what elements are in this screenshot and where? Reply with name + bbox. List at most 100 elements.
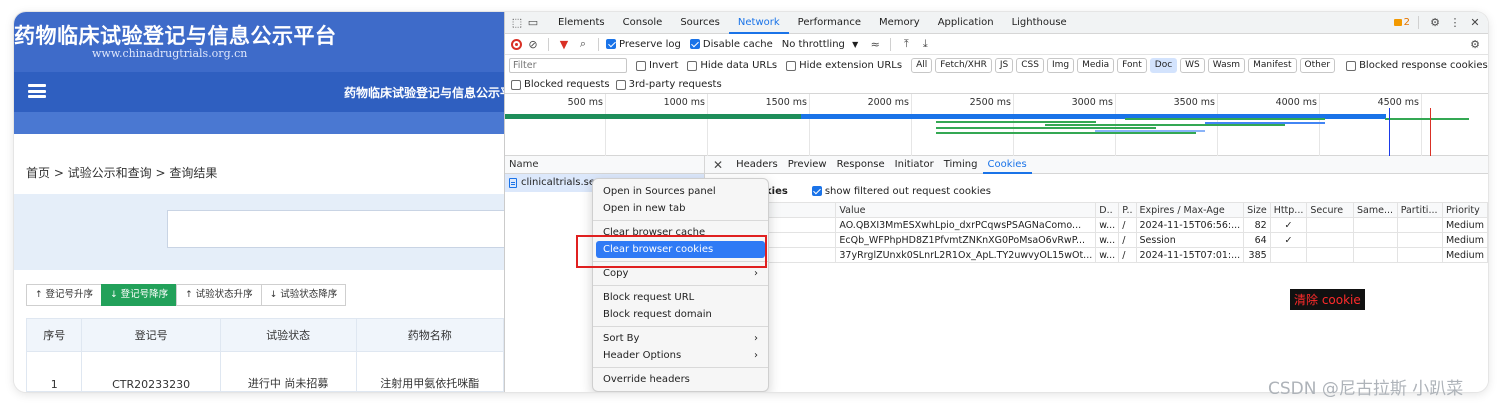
- sort-button-1[interactable]: ↓ 登记号降序: [101, 284, 178, 306]
- clear-icon[interactable]: ⊘: [525, 36, 541, 52]
- site-title: 药物临床试验登记与信息公示平台: [14, 23, 337, 48]
- third-party-requests-checkbox[interactable]: 3rd-party requests: [615, 79, 722, 90]
- detail-tab-response[interactable]: Response: [832, 156, 890, 174]
- detail-tab-initiator[interactable]: Initiator: [890, 156, 939, 174]
- tab-performance[interactable]: Performance: [789, 12, 870, 34]
- cookie-cell: Medium: [1441, 217, 1488, 233]
- hide-data-urls-checkbox[interactable]: Hide data URLs: [687, 60, 777, 71]
- cookie-column-header[interactable]: Value: [835, 202, 1097, 218]
- export-har-icon[interactable]: ⤓: [917, 36, 933, 52]
- tab-sources[interactable]: Sources: [671, 12, 729, 34]
- detail-tab-headers[interactable]: Headers: [731, 156, 783, 174]
- search-input[interactable]: [167, 210, 504, 248]
- menu-item-block-request-domain[interactable]: Block request domain: [593, 306, 768, 323]
- sort-button-3[interactable]: ↓ 试验状态降序: [260, 284, 347, 306]
- device-toolbar-icon[interactable]: ▭: [525, 15, 541, 31]
- hide-extension-urls-checkbox[interactable]: Hide extension URLs: [786, 60, 902, 71]
- filter-type-doc[interactable]: Doc: [1149, 58, 1178, 73]
- filter-type-manifest[interactable]: Manifest: [1248, 58, 1297, 73]
- close-detail-icon[interactable]: ✕: [705, 158, 731, 172]
- menu-item-header-options[interactable]: Header Options ›: [593, 347, 768, 364]
- record-icon[interactable]: [511, 38, 522, 50]
- cookie-row[interactable]: zbN7N80SAO.QBXI3MmESXwhLpio_dxrPCqwsPSAG…: [704, 217, 1488, 233]
- inspect-element-icon[interactable]: ⬚: [509, 15, 525, 31]
- close-devtools-icon[interactable]: ✕: [1467, 15, 1483, 31]
- cookie-cell: [1306, 217, 1355, 233]
- cookie-column-header[interactable]: Partiti...: [1396, 202, 1443, 218]
- filter-type-js[interactable]: JS: [994, 58, 1014, 73]
- cookie-column-header[interactable]: D..: [1095, 202, 1120, 218]
- tab-elements[interactable]: Elements: [549, 12, 614, 34]
- menu-separator: [593, 261, 768, 262]
- cookie-column-header[interactable]: P..: [1118, 202, 1137, 218]
- tab-application[interactable]: Application: [929, 12, 1003, 34]
- table-row[interactable]: 1 CTR20233230 进行中 尚未招募 注射用甲氨依托咪酯: [25, 351, 504, 392]
- throttling-select[interactable]: No throttling ▼: [782, 39, 858, 50]
- sort-button-2[interactable]: ↑ 试验状态升序: [176, 284, 262, 306]
- filter-type-other[interactable]: Other: [1299, 58, 1336, 73]
- arrow-up-icon: ↑: [185, 290, 193, 300]
- filter-type-fetchxhr[interactable]: Fetch/XHR: [935, 58, 992, 73]
- cookie-column-header[interactable]: Same...: [1353, 202, 1398, 218]
- menu-item-block-request-url[interactable]: Block request URL: [593, 289, 768, 306]
- blocked-response-cookies-checkbox[interactable]: Blocked response cookies: [1346, 60, 1488, 71]
- timeline-tick-label: 1000 ms: [663, 97, 705, 108]
- filter-funnel-icon[interactable]: ▼: [556, 36, 572, 52]
- cookie-column-header[interactable]: Priority: [1441, 202, 1488, 218]
- preserve-log-checkbox[interactable]: Preserve log: [606, 39, 681, 50]
- show-filtered-label: show filtered out request cookies: [824, 185, 991, 197]
- tab-memory[interactable]: Memory: [870, 12, 929, 34]
- detail-tab-preview[interactable]: Preview: [783, 156, 832, 174]
- filter-type-ws[interactable]: WS: [1180, 58, 1205, 73]
- name-column-header[interactable]: Name: [505, 156, 704, 174]
- filter-type-media[interactable]: Media: [1077, 58, 1115, 73]
- timeline-tick-label: 1500 ms: [765, 97, 807, 108]
- detail-tab-timing[interactable]: Timing: [939, 156, 983, 174]
- detail-tab-cookies[interactable]: Cookies: [982, 156, 1032, 174]
- tab-console[interactable]: Console: [614, 12, 672, 34]
- more-options-icon[interactable]: ⋮: [1447, 15, 1463, 31]
- menu-item-sort-by[interactable]: Sort By ›: [593, 330, 768, 347]
- filter-type-css[interactable]: CSS: [1016, 58, 1044, 73]
- sort-button-0[interactable]: ↑ 登记号升序: [26, 284, 103, 306]
- cookie-cell: [1396, 247, 1443, 263]
- invert-checkbox[interactable]: Invert: [636, 60, 678, 71]
- menu-item-clear-browser-cache[interactable]: Clear browser cache: [593, 224, 768, 241]
- disable-cache-checkbox[interactable]: Disable cache: [689, 39, 773, 50]
- filter-type-wasm[interactable]: Wasm: [1207, 58, 1246, 73]
- cookie-column-header[interactable]: Http...: [1269, 202, 1308, 218]
- timeline-gridline: [809, 94, 810, 156]
- network-conditions-icon[interactable]: ≈: [867, 36, 883, 52]
- filter-input[interactable]: [509, 58, 627, 73]
- menu-item-clear-browser-cookies[interactable]: Clear browser cookies: [596, 241, 765, 258]
- menu-item-open-in-sources-panel[interactable]: Open in Sources panel: [593, 183, 768, 200]
- network-settings-gear-icon[interactable]: ⚙: [1467, 36, 1483, 52]
- network-timeline[interactable]: 500 ms 1000 ms 1500 ms 2000 ms 2500 ms 3000 m…: [505, 94, 1488, 156]
- filter-type-font[interactable]: Font: [1117, 58, 1147, 73]
- cookie-column-header[interactable]: Secure: [1306, 202, 1355, 218]
- cookie-column-header[interactable]: Size: [1243, 202, 1271, 218]
- cookie-row[interactable]: zbN7N80T37yRrglZUnxk0SLnrL2R1Ox_ApL.TY2u…: [704, 247, 1488, 263]
- settings-gear-icon[interactable]: ⚙: [1427, 15, 1443, 31]
- menu-icon[interactable]: [28, 84, 46, 98]
- filter-type-img[interactable]: Img: [1046, 58, 1075, 73]
- cookie-cell: Medium: [1441, 232, 1488, 248]
- cookie-column-header[interactable]: Expires / Max-Age: [1135, 202, 1245, 218]
- search-icon[interactable]: ⌕: [575, 36, 591, 52]
- menu-item-override-headers[interactable]: Override headers: [593, 371, 768, 388]
- cookie-row[interactable]: EcQb_WFPhpHD8Z1PfvmtZNKnXG0PoMsaO6vRwP..…: [704, 232, 1488, 248]
- timeline-gridline: [605, 94, 606, 156]
- import-har-icon[interactable]: ⤒: [898, 36, 914, 52]
- show-filtered-cookies-checkbox[interactable]: show filtered out request cookies: [811, 185, 991, 197]
- cookie-cell: 64: [1243, 232, 1271, 248]
- menu-item-copy[interactable]: Copy ›: [593, 265, 768, 282]
- timeline-gridline: [707, 94, 708, 156]
- menu-item-open-in-new-tab[interactable]: Open in new tab: [593, 200, 768, 217]
- tab-lighthouse[interactable]: Lighthouse: [1003, 12, 1076, 34]
- cookie-cell: w...: [1095, 217, 1120, 233]
- table-header-row: 序号 登记号 试验状态 药物名称: [25, 318, 504, 352]
- tab-network[interactable]: Network: [728, 12, 789, 34]
- warning-badge[interactable]: 2: [1393, 17, 1410, 28]
- blocked-requests-checkbox[interactable]: Blocked requests: [511, 79, 610, 90]
- filter-type-all[interactable]: All: [911, 58, 933, 73]
